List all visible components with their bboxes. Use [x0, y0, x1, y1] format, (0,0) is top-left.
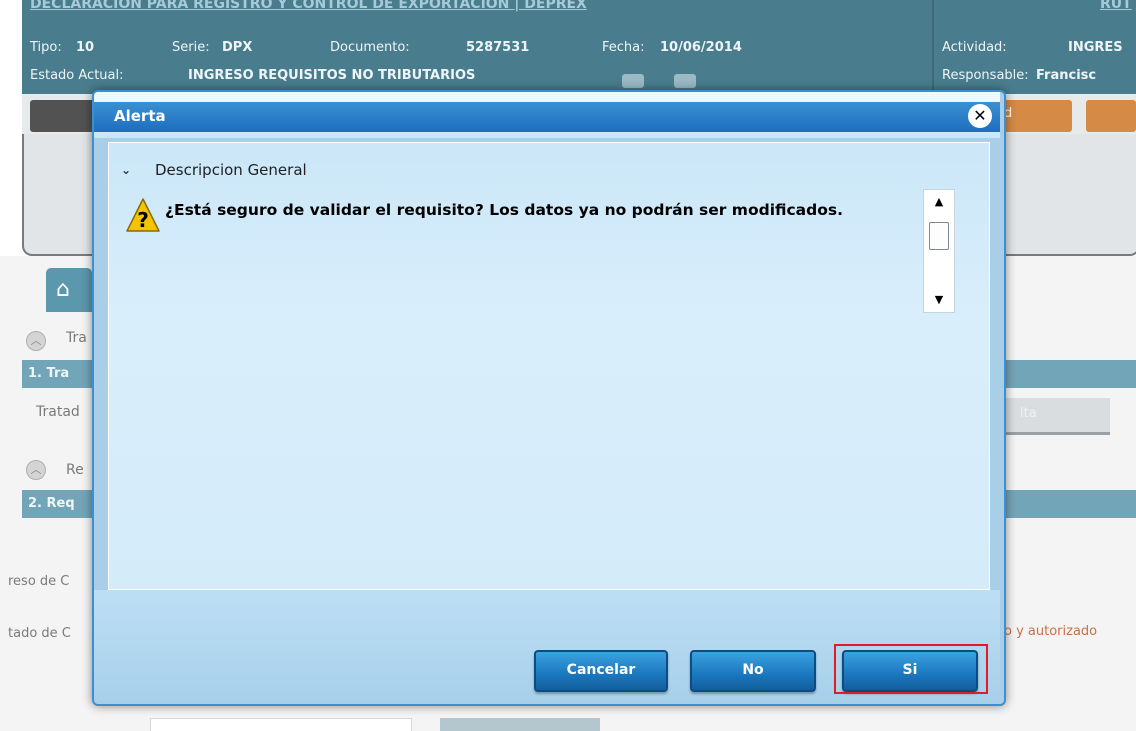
- scroll-down-arrow-icon[interactable]: ▼: [924, 288, 954, 312]
- dialog-content-panel: ⌄ Descripcion General ? ¿Está seguro de …: [108, 142, 990, 590]
- yes-button-highlight: [834, 644, 988, 694]
- chevron-down-icon[interactable]: ⌄: [121, 163, 131, 177]
- alert-message: ¿Está seguro de validar el requisito? Lo…: [165, 201, 843, 219]
- alert-dialog: Alerta ✕ ⌄ Descripcion General ? ¿Está s…: [92, 90, 1006, 706]
- svg-text:?: ?: [137, 208, 149, 232]
- section-title[interactable]: Descripcion General: [155, 161, 307, 179]
- scroll-up-arrow-icon[interactable]: ▲: [924, 190, 954, 214]
- warning-icon: ?: [126, 198, 160, 232]
- close-icon[interactable]: ✕: [968, 104, 992, 128]
- scroll-thumb[interactable]: [929, 222, 949, 250]
- cancel-button[interactable]: Cancelar: [534, 650, 668, 692]
- dialog-title-strip: [94, 102, 1000, 132]
- dialog-title: Alerta: [114, 107, 166, 125]
- application-page: DECLARACION PARA REGISTRO Y CONTROL DE E…: [0, 0, 1136, 731]
- message-scrollbar[interactable]: ▲ ▼: [923, 189, 955, 313]
- no-button[interactable]: No: [690, 650, 816, 692]
